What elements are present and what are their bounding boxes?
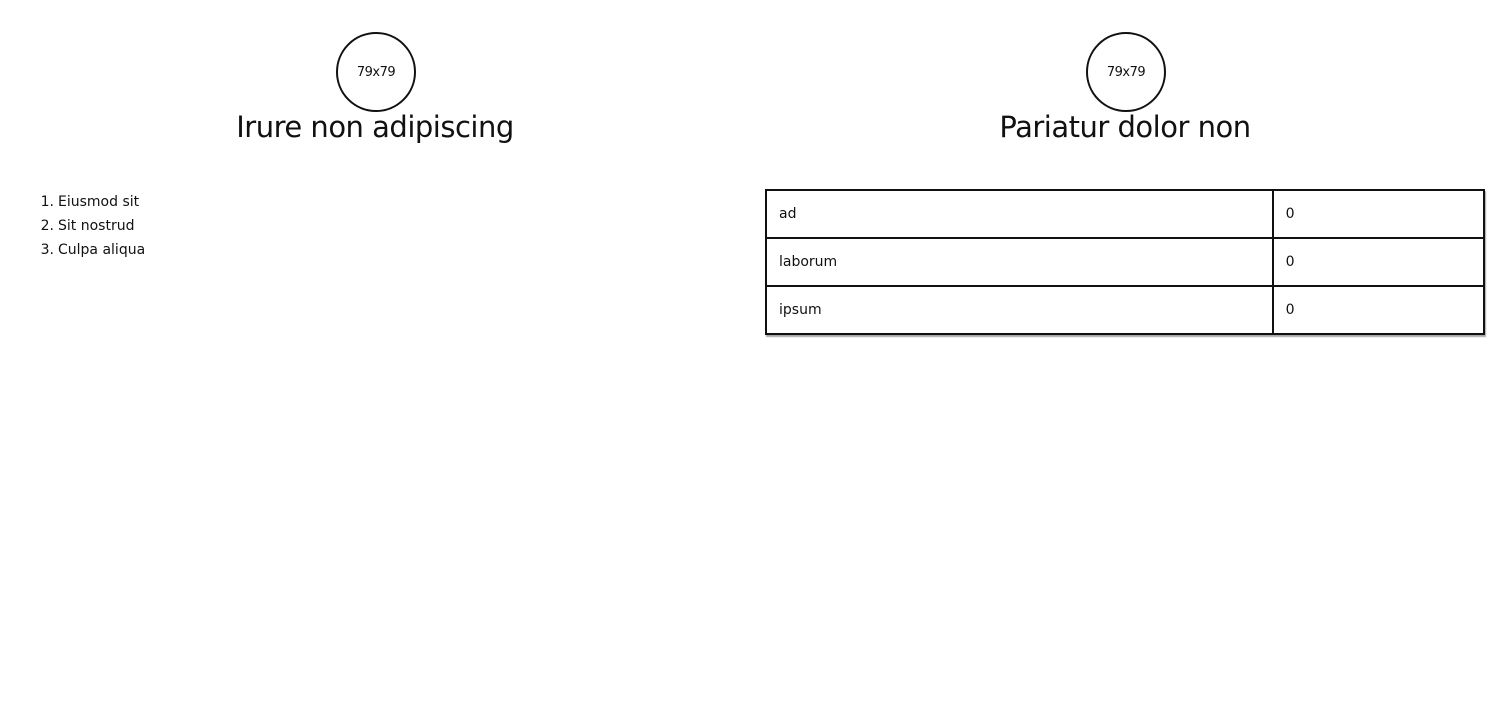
avatar-size-label: 79x79 [356, 64, 396, 80]
table-cell-value: 0 [1271, 285, 1486, 335]
list-item-label: Eiusmod sit [58, 194, 140, 210]
table-row: ad 0 [765, 189, 1486, 239]
data-table: ad 0 laborum 0 ipsum 0 [765, 189, 1486, 335]
table-cell-value: 0 [1271, 189, 1486, 239]
table-cell-key: ad [765, 189, 1274, 239]
right-panel: 79x79 Pariatur dolor non ad 0 laborum 0 … [750, 0, 1500, 720]
page: 79x79 Irure non adipiscing 1. Eiusmod si… [0, 0, 1500, 720]
list-item: 2. Sit nostrud [38, 214, 145, 238]
table-row: laborum 0 [765, 237, 1486, 287]
right-heading: Pariatur dolor non [999, 110, 1251, 144]
left-panel: 79x79 Irure non adipiscing 1. Eiusmod si… [0, 0, 750, 720]
list-item-label: Sit nostrud [58, 218, 135, 234]
table-cell-key: ipsum [765, 285, 1274, 335]
list-item-number: 2. [40, 218, 54, 234]
list-item: 3. Culpa aliqua [38, 238, 146, 262]
table-cell-value: 0 [1271, 237, 1486, 287]
list-item-label: Culpa aliqua [58, 242, 146, 258]
avatar-placeholder: 79x79 [336, 32, 416, 112]
table-cell-key: laborum [765, 237, 1274, 287]
list-item-number: 3. [40, 242, 54, 258]
numbered-list: 1. Eiusmod sit 2. Sit nostrud 3. Culpa a… [38, 190, 146, 262]
list-item-number: 1. [40, 194, 54, 210]
list-item: 1. Eiusmod sit [38, 190, 145, 214]
left-heading: Irure non adipiscing [236, 110, 514, 144]
avatar-size-label: 79x79 [1106, 64, 1146, 80]
table-row: ipsum 0 [765, 285, 1486, 335]
avatar-placeholder: 79x79 [1086, 32, 1166, 112]
